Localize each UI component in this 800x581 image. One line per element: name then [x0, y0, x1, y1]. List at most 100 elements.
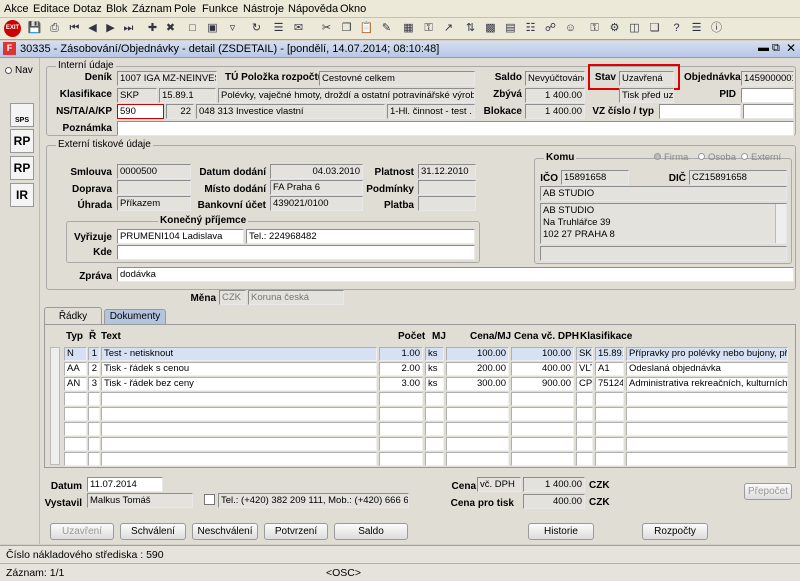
cell-mj[interactable] — [425, 422, 444, 436]
cell-cena-dph[interactable]: 900.00 — [511, 377, 574, 391]
misto-field[interactable]: FA Praha 6 — [270, 180, 363, 195]
cell-k3[interactable] — [626, 437, 788, 451]
menu-napoveda[interactable]: Nápověda — [288, 3, 338, 15]
cell-r[interactable]: 2 — [88, 362, 100, 376]
chart-icon[interactable]: ▤ — [502, 20, 519, 37]
telefon-field[interactable]: Tel.: 224968482 — [246, 229, 475, 244]
attach-icon[interactable]: ☍ — [542, 20, 559, 37]
save-icon[interactable]: 💾 — [26, 20, 43, 37]
cell-cena-dph[interactable] — [511, 422, 574, 436]
cell-text[interactable] — [101, 422, 377, 436]
delete-icon[interactable]: ✖ — [162, 20, 179, 37]
menu-pole[interactable]: Pole — [174, 3, 196, 15]
cell-cena-dph[interactable] — [511, 392, 574, 406]
mail-icon[interactable]: ✉ — [290, 20, 307, 37]
sort-icon[interactable]: ⇅ — [462, 20, 479, 37]
menu-editace[interactable]: Editace — [33, 3, 70, 15]
cena-tisk-field[interactable]: 400.00 — [523, 494, 585, 509]
cell-k3[interactable]: Přípravky pro polévky nebo bujony, připr… — [626, 347, 788, 361]
cell-cena-mj[interactable] — [446, 437, 509, 451]
cell-cena-dph[interactable]: 400.00 — [511, 362, 574, 376]
cell-text[interactable] — [101, 452, 377, 466]
prepocet-button[interactable]: Přepočet — [744, 483, 792, 500]
cena-typ-field[interactable]: vč. DPH — [477, 477, 521, 492]
cell-cena-dph[interactable] — [511, 437, 574, 451]
cell-k1[interactable] — [576, 437, 593, 451]
cell-pocet[interactable]: 3.00 — [379, 377, 423, 391]
cell-text[interactable] — [101, 392, 377, 406]
execute-query-icon[interactable]: ▣ — [204, 20, 221, 37]
cell-cena-dph[interactable] — [511, 452, 574, 466]
cell-pocet[interactable] — [379, 392, 423, 406]
tu-field[interactable]: Cestovné celkem — [319, 71, 475, 86]
tab-dokumenty[interactable]: Dokumenty — [104, 309, 166, 324]
cell-k2[interactable] — [595, 407, 624, 421]
first-record-icon[interactable]: ⏮ — [66, 20, 83, 37]
cell-k1[interactable] — [576, 407, 593, 421]
help-icon[interactable]: ? — [668, 20, 685, 37]
exit-icon[interactable]: EXIT — [4, 20, 21, 37]
cell-cena-mj[interactable]: 200.00 — [446, 362, 509, 376]
cell-k2[interactable]: 15.89. — [595, 347, 624, 361]
cell-k3[interactable] — [626, 392, 788, 406]
cell-r[interactable] — [88, 392, 100, 406]
platnost-field[interactable]: 31.12.2010 — [418, 164, 476, 179]
cell-r[interactable] — [88, 452, 100, 466]
cut-icon[interactable]: ✂ — [318, 20, 335, 37]
cell-r[interactable] — [88, 437, 100, 451]
ucet-field[interactable]: 439021/0100 — [270, 196, 363, 211]
calendar-icon[interactable]: ▦ — [400, 20, 417, 37]
print-icon[interactable]: ⎙ — [46, 20, 63, 37]
klasifikace-text[interactable]: Polévky, vaječné hmoty, droždí a ostatní… — [218, 88, 475, 103]
rp-icon[interactable]: RP — [10, 129, 34, 153]
ico-field[interactable]: 15891658 — [561, 170, 629, 185]
doprava-field[interactable] — [117, 180, 191, 195]
smlouva-field[interactable]: 0000500 — [117, 164, 191, 179]
cell-mj[interactable] — [425, 452, 444, 466]
cena-field[interactable]: 1 400.00 — [523, 477, 585, 492]
cell-typ[interactable] — [64, 437, 87, 451]
menu-dotaz[interactable]: Dotaz — [73, 3, 102, 15]
address-scrollbar[interactable] — [775, 204, 786, 243]
cell-text[interactable]: Tisk - řádek bez ceny — [101, 377, 377, 391]
cell-cena-mj[interactable] — [446, 422, 509, 436]
dic-field[interactable]: CZ15891658 — [689, 170, 787, 185]
ns-field[interactable]: 590 — [117, 104, 164, 119]
externi-radio[interactable] — [741, 153, 748, 160]
filter-icon[interactable]: ▿ — [224, 20, 241, 37]
tisk-field[interactable]: Tisk před uza — [619, 88, 674, 103]
cell-k2[interactable]: 75124 — [595, 377, 624, 391]
zbyva-field[interactable]: 1 400.00 — [525, 88, 585, 103]
cell-k1[interactable] — [576, 452, 593, 466]
komu-extra-field[interactable] — [540, 246, 787, 261]
cell-typ[interactable] — [64, 407, 87, 421]
cell-cena-dph[interactable]: 100.00 — [511, 347, 574, 361]
minimize-icon[interactable]: ▬ — [758, 42, 769, 54]
cell-text[interactable]: Test - netisknout — [101, 347, 377, 361]
next-record-icon[interactable]: ▶ — [102, 20, 119, 37]
copy-icon[interactable]: ❐ — [338, 20, 355, 37]
klasifikace-code[interactable]: SKP — [117, 88, 157, 103]
cell-mj[interactable] — [425, 407, 444, 421]
stav-field[interactable]: Uzavřená — [619, 71, 674, 86]
vz-type-field[interactable] — [743, 104, 794, 119]
potvrzeni-button[interactable]: Potvrzení — [264, 523, 328, 540]
cell-r[interactable] — [88, 422, 100, 436]
tab-radky[interactable]: Řádky — [44, 307, 102, 325]
platba-field[interactable] — [418, 196, 476, 211]
rozpocty-button[interactable]: Rozpočty — [642, 523, 708, 540]
restore-icon[interactable]: ⧉ — [772, 42, 780, 55]
cell-k1[interactable]: SKP — [576, 347, 593, 361]
cell-k3[interactable]: Odeslaná objednávka — [626, 362, 788, 376]
datum-dodani-field[interactable]: 04.03.2010 — [270, 164, 363, 179]
kde-field[interactable] — [117, 245, 475, 260]
sps-icon[interactable]: SPS — [10, 103, 34, 127]
rp-icon-2[interactable]: RP — [10, 156, 34, 180]
close-icon[interactable]: ✕ — [786, 41, 796, 55]
document-icon[interactable]: ☷ — [522, 20, 539, 37]
ta-field[interactable]: 22 — [166, 104, 194, 119]
denik-field[interactable]: 1007 IGA MZ-NEINVESTI — [117, 71, 217, 86]
window-icon[interactable]: ◫ — [626, 20, 643, 37]
cell-text[interactable] — [101, 437, 377, 451]
list-icon[interactable]: ☰ — [270, 20, 287, 37]
